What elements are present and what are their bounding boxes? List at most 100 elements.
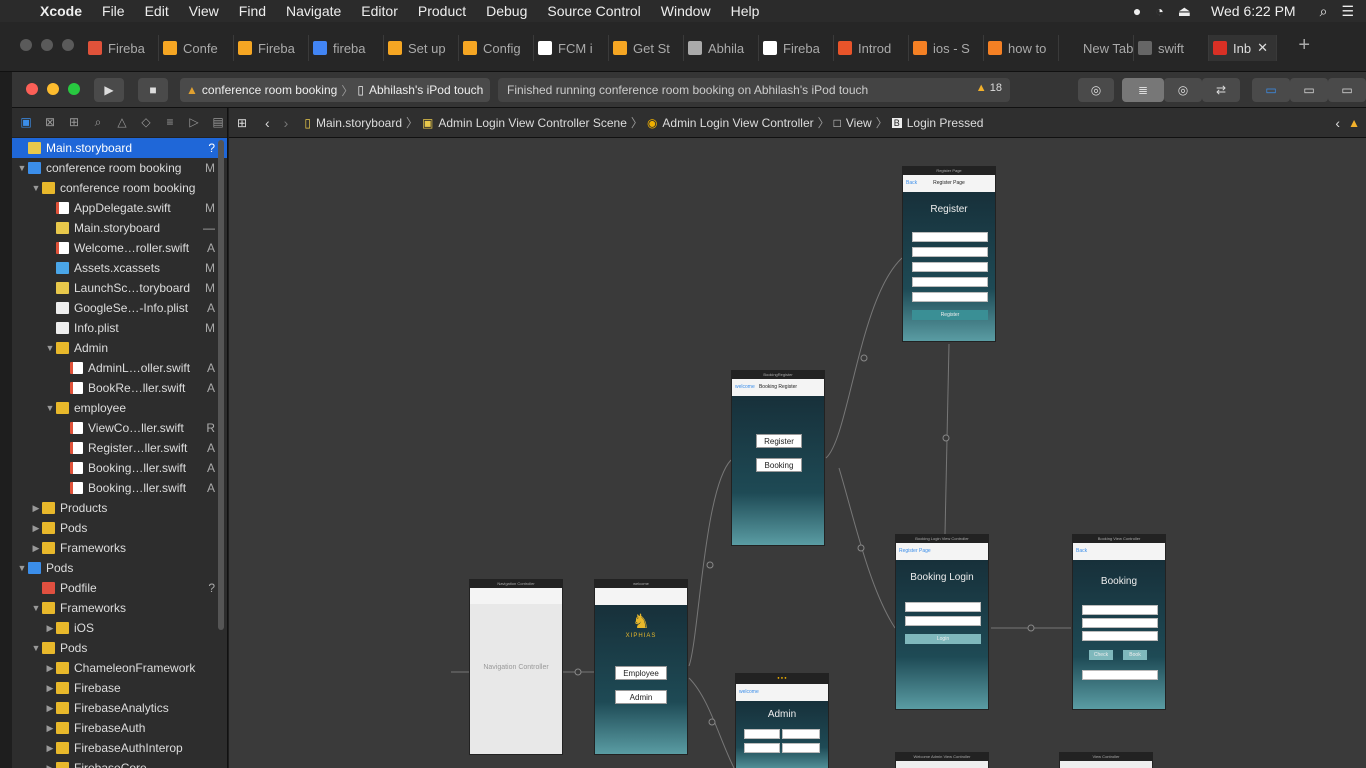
booking-register-scene[interactable]: BookingRegister welcome Booking Register… bbox=[731, 370, 825, 546]
back-arrow-icon[interactable]: ‹ bbox=[265, 115, 270, 131]
file-tree-row[interactable]: BookRe…ller.swift A bbox=[12, 378, 227, 398]
file-tree-row[interactable]: AdminL…oller.swift A bbox=[12, 358, 227, 378]
admin-button[interactable]: Admin bbox=[615, 690, 667, 704]
file-tree-row[interactable]: Main.storyboard — bbox=[12, 218, 227, 238]
disclosure-open-icon[interactable]: ▼ bbox=[44, 343, 56, 353]
welcome-scene[interactable]: welcome ♞ XIPHIAS Employee Admin bbox=[594, 579, 688, 755]
book-button[interactable]: Book bbox=[1123, 650, 1147, 660]
disclosure-closed-icon[interactable]: ▶ bbox=[44, 763, 56, 768]
disclosure-open-icon[interactable]: ▼ bbox=[30, 643, 42, 653]
disclosure-closed-icon[interactable]: ▶ bbox=[30, 503, 42, 514]
file-tree-row[interactable]: Booking…ller.swift A bbox=[12, 458, 227, 478]
toggle-navigator-button[interactable]: ▭ bbox=[1252, 78, 1290, 102]
admin-scene[interactable]: ● ● ● welcome Admin bbox=[735, 673, 829, 768]
text-field[interactable] bbox=[1082, 631, 1158, 641]
notification-bubble-icon[interactable]: ● bbox=[1133, 3, 1141, 19]
file-tree-row[interactable]: ▶ FirebaseAuth bbox=[12, 718, 227, 738]
menu-file[interactable]: File bbox=[102, 3, 125, 19]
browser-tab[interactable]: Fireba bbox=[234, 35, 309, 61]
menu-product[interactable]: Product bbox=[418, 3, 466, 19]
segue-node[interactable] bbox=[706, 561, 714, 569]
file-tree-row[interactable]: Welcome…roller.swift A bbox=[12, 238, 227, 258]
assistant-editor-button[interactable]: ◎ bbox=[1164, 78, 1202, 102]
menu-edit[interactable]: Edit bbox=[145, 3, 169, 19]
related-items-icon[interactable]: ⊞ bbox=[237, 116, 253, 130]
browser-tab[interactable]: ios - S bbox=[909, 35, 984, 61]
text-field[interactable] bbox=[1082, 605, 1158, 615]
file-tree-row[interactable]: ▼ Pods bbox=[12, 558, 227, 578]
menu-editor[interactable]: Editor bbox=[361, 3, 398, 19]
back-link[interactable]: Register Page bbox=[899, 543, 931, 560]
crumb-view[interactable]: View bbox=[846, 116, 872, 130]
disclosure-open-icon[interactable]: ▼ bbox=[44, 403, 56, 413]
menu-debug[interactable]: Debug bbox=[486, 3, 527, 19]
debug-icon[interactable]: ≡ bbox=[161, 115, 179, 131]
file-tree-row[interactable]: Assets.xcassets M bbox=[12, 258, 227, 278]
browser-tab[interactable]: Get St bbox=[609, 35, 684, 61]
library-button[interactable]: ◎ bbox=[1078, 78, 1114, 102]
file-tree-row[interactable]: ▶ FirebaseAuthInterop bbox=[12, 738, 227, 758]
crumb-button[interactable]: Login Pressed bbox=[907, 116, 984, 130]
crumb-scene[interactable]: Admin Login View Controller Scene bbox=[438, 116, 627, 130]
disclosure-closed-icon[interactable]: ▶ bbox=[44, 683, 56, 694]
warning-icon[interactable]: ▲ bbox=[1348, 116, 1360, 130]
file-tree-row[interactable]: ▶ iOS bbox=[12, 618, 227, 638]
stop-button[interactable]: ■ bbox=[138, 78, 168, 102]
file-tree-row[interactable]: ViewCo…ller.swift R bbox=[12, 418, 227, 438]
back-link[interactable]: welcome bbox=[739, 684, 759, 701]
text-field[interactable] bbox=[744, 729, 780, 739]
file-tree-row[interactable]: ▶ ChameleonFramework bbox=[12, 658, 227, 678]
file-tree-row[interactable]: ▼ employee bbox=[12, 398, 227, 418]
close-window-button[interactable] bbox=[20, 39, 32, 51]
back-link[interactable]: Back bbox=[906, 175, 917, 192]
browser-tab[interactable]: Confe bbox=[159, 35, 234, 61]
file-tree-row[interactable]: Podfile? bbox=[12, 578, 227, 598]
disclosure-open-icon[interactable]: ▼ bbox=[16, 563, 28, 573]
wifi-icon[interactable]: ◔ bbox=[1155, 3, 1163, 19]
previous-issue-icon[interactable]: ‹ bbox=[1335, 115, 1340, 131]
toggle-debug-area-button[interactable]: ▭ bbox=[1290, 78, 1328, 102]
list-icon[interactable]: ☰ bbox=[1341, 3, 1354, 20]
booking-login-scene[interactable]: Booking Login View Controller Register P… bbox=[895, 534, 989, 710]
zoom-window-button[interactable] bbox=[62, 39, 74, 51]
browser-tab[interactable]: swift bbox=[1134, 35, 1209, 61]
text-field[interactable] bbox=[912, 247, 988, 257]
menu-find[interactable]: Find bbox=[239, 3, 266, 19]
disclosure-open-icon[interactable]: ▼ bbox=[16, 163, 28, 173]
file-tree-row[interactable]: ▼ Frameworks bbox=[12, 598, 227, 618]
disclosure-open-icon[interactable]: ▼ bbox=[30, 183, 42, 193]
version-editor-button[interactable]: ⇄ bbox=[1202, 78, 1240, 102]
disclosure-closed-icon[interactable]: ▶ bbox=[44, 663, 56, 674]
close-tab-icon[interactable]: ✕ bbox=[1257, 40, 1268, 56]
text-field[interactable] bbox=[905, 602, 981, 612]
file-tree-row[interactable]: ▶ Pods bbox=[12, 518, 227, 538]
menu-window[interactable]: Window bbox=[661, 3, 711, 19]
source-control-icon[interactable]: ⊠ bbox=[41, 115, 59, 131]
file-tree-row[interactable]: LaunchSc…toryboard M bbox=[12, 278, 227, 298]
text-field[interactable] bbox=[912, 262, 988, 272]
browser-tab[interactable]: Abhila bbox=[684, 35, 759, 61]
browser-tab[interactable]: New Tab bbox=[1059, 35, 1134, 61]
eject-icon[interactable]: ⏏ bbox=[1178, 3, 1191, 20]
zoom-button[interactable] bbox=[68, 83, 80, 95]
file-tree-row[interactable]: ▼ conference room booking M bbox=[12, 158, 227, 178]
browser-tab[interactable]: Fireba bbox=[759, 35, 834, 61]
check-button[interactable]: Check bbox=[1089, 650, 1113, 660]
file-tree-row[interactable]: Info.plist M bbox=[12, 318, 227, 338]
disclosure-open-icon[interactable]: ▼ bbox=[30, 603, 42, 613]
disclosure-closed-icon[interactable]: ▶ bbox=[44, 723, 56, 734]
symbol-icon[interactable]: ⊞ bbox=[65, 115, 83, 131]
disclosure-closed-icon[interactable]: ▶ bbox=[44, 743, 56, 754]
login-button[interactable]: Login bbox=[905, 634, 981, 644]
file-tree-row[interactable]: ▶ Products bbox=[12, 498, 227, 518]
issue-icon[interactable]: △ bbox=[113, 115, 131, 131]
employee-button[interactable]: Employee bbox=[615, 666, 667, 680]
text-field[interactable] bbox=[782, 743, 820, 753]
segue-node[interactable] bbox=[857, 544, 865, 552]
browser-tab[interactable]: Fireba bbox=[84, 35, 159, 61]
menu-xcode[interactable]: Xcode bbox=[40, 3, 82, 19]
text-field[interactable] bbox=[912, 232, 988, 242]
text-field[interactable] bbox=[912, 277, 988, 287]
test-icon[interactable]: ◇ bbox=[137, 115, 155, 131]
menu-source-control[interactable]: Source Control bbox=[547, 3, 640, 19]
